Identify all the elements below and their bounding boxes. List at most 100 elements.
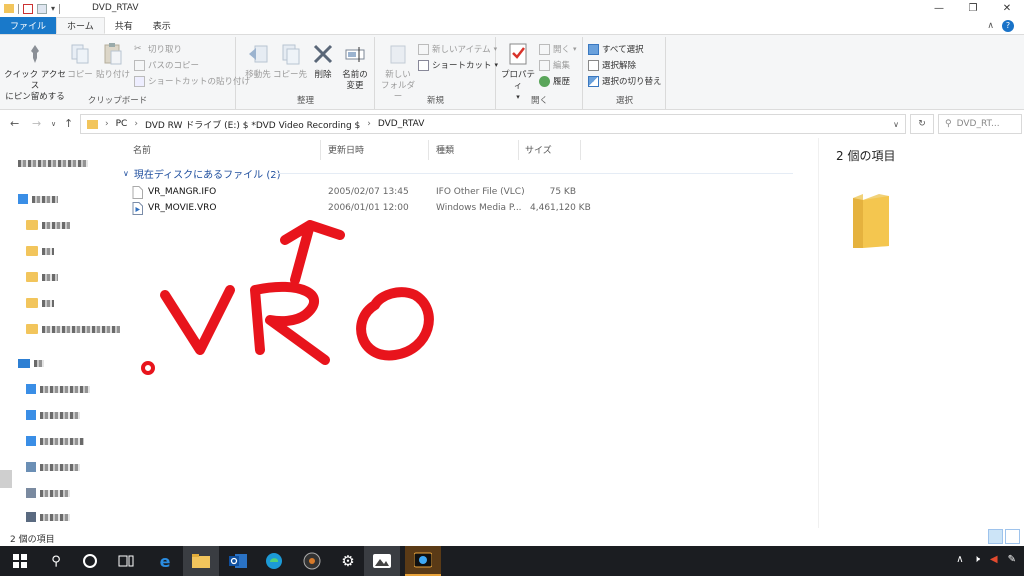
select-all-button[interactable]: すべて選択 [588, 43, 644, 55]
file-group-header[interactable]: ∨ 現在ディスクにあるファイル (2) [123, 166, 793, 181]
pen-icon[interactable]: ✎ [1008, 554, 1016, 565]
new-folder-quick-icon[interactable] [37, 3, 47, 14]
settings-icon[interactable]: ⚙ [338, 551, 358, 571]
new-item-button[interactable]: 新しいアイテム ▾ [418, 43, 497, 55]
recent-locations-chevron-icon[interactable]: ∨ [51, 120, 56, 128]
outlook-icon[interactable] [228, 551, 248, 571]
details-view-button[interactable] [988, 529, 1003, 544]
music-icon [26, 512, 36, 522]
nav-item-folder[interactable] [26, 218, 70, 232]
qat-dropdown-icon[interactable]: ▾ [51, 4, 55, 13]
folder-icon [26, 220, 38, 230]
search-icon: ⚲ [945, 119, 952, 129]
forward-arrow-icon[interactable]: → [32, 117, 41, 130]
nav-item-videos[interactable] [26, 486, 70, 500]
speaker-alert-icon[interactable]: ◀ [990, 554, 998, 565]
nav-item-pictures[interactable] [26, 460, 80, 474]
address-dropdown-icon[interactable]: ∨ [893, 120, 899, 129]
paste-shortcut-button[interactable]: ショートカットの貼り付け [134, 75, 250, 87]
folder-icon [87, 119, 98, 129]
copy-path-button[interactable]: パスのコピー [134, 59, 199, 71]
delete-button[interactable]: 削除 [309, 41, 337, 81]
move-to-button[interactable]: 移動先 [241, 41, 275, 81]
copy-to-icon [277, 41, 303, 67]
volume-muted-icon[interactable]: 🕨 [974, 554, 980, 565]
show-hidden-icons-chevron-icon[interactable]: ∧ [956, 554, 963, 565]
nav-item-folder[interactable] [26, 322, 122, 336]
nav-scrollbar-thumb[interactable] [0, 470, 12, 488]
invert-selection-icon [588, 75, 599, 87]
nav-item-folder[interactable] [26, 296, 54, 310]
redacted-label [42, 221, 70, 229]
column-divider[interactable] [580, 140, 581, 160]
column-header-size[interactable]: サイズ [525, 143, 552, 156]
file-name: VR_MANGR.IFO [148, 187, 217, 197]
copy-to-button[interactable]: コピー先 [273, 41, 307, 81]
photos-icon[interactable] [364, 546, 400, 576]
column-divider[interactable] [518, 140, 519, 160]
tab-view[interactable]: 表示 [143, 17, 181, 34]
media-player-icon[interactable] [302, 551, 322, 571]
select-none-button[interactable]: 選択解除 [588, 59, 636, 71]
column-header-date[interactable]: 更新日時 [328, 143, 364, 156]
tab-file[interactable]: ファイル [0, 17, 57, 34]
help-icon[interactable]: ? [1002, 19, 1014, 32]
column-divider[interactable] [428, 140, 429, 160]
properties-quick-icon[interactable] [23, 3, 33, 14]
nav-item-3d-objects[interactable] [26, 382, 90, 396]
nav-item-this-pc[interactable] [18, 356, 44, 370]
refresh-button[interactable]: ↻ [910, 114, 934, 134]
search-icon[interactable]: ⚲ [46, 551, 66, 571]
nav-item-documents[interactable] [26, 434, 84, 448]
back-arrow-icon[interactable]: ← [10, 117, 19, 130]
edit-icon [539, 59, 550, 71]
column-divider[interactable] [320, 140, 321, 160]
nav-item-quick-access[interactable] [18, 156, 88, 170]
breadcrumb-current-folder[interactable]: DVD_RTAV [378, 119, 425, 129]
app-icon[interactable] [405, 546, 441, 576]
column-header-name[interactable]: 名前 [133, 143, 151, 156]
windows-start-icon[interactable] [10, 551, 30, 571]
close-button[interactable]: ✕ [990, 0, 1024, 17]
group-divider [273, 173, 793, 174]
address-bar[interactable]: › PC › DVD RW ドライブ (E:) $ *DVD Video Rec… [80, 114, 906, 134]
history-button[interactable]: 履歴 [539, 75, 570, 87]
edge-icon[interactable] [264, 551, 284, 571]
copy-button[interactable]: コピー [66, 41, 94, 81]
cut-button[interactable]: ✂ 切り取り [134, 43, 182, 56]
column-header-type[interactable]: 種類 [436, 143, 454, 156]
invert-selection-button[interactable]: 選択の切り替え [588, 75, 662, 87]
properties-icon [505, 41, 531, 67]
open-button[interactable]: 開く ▾ [539, 43, 577, 55]
nav-item-folder[interactable] [26, 270, 58, 284]
cortana-icon[interactable] [80, 551, 100, 571]
redacted-label [32, 195, 58, 203]
maximize-button[interactable]: ❐ [956, 0, 990, 17]
tab-share[interactable]: 共有 [105, 17, 143, 34]
paste-button[interactable]: 貼り付け [96, 41, 130, 81]
minimize-button[interactable]: — [922, 0, 956, 17]
rename-button[interactable]: 名前の 変更 [337, 41, 373, 92]
tab-home[interactable]: ホーム [56, 17, 105, 34]
redacted-label [42, 325, 122, 333]
3d-objects-icon [26, 384, 36, 394]
up-arrow-icon[interactable]: ↑ [64, 117, 73, 130]
edit-button[interactable]: 編集 [539, 59, 570, 71]
file-explorer-icon[interactable] [183, 546, 219, 576]
nav-item-downloads[interactable] [26, 408, 80, 422]
computer-icon [18, 358, 30, 368]
nav-item-onedrive[interactable] [18, 192, 58, 206]
breadcrumb-pc[interactable]: PC [116, 119, 128, 129]
task-view-icon[interactable] [116, 551, 136, 571]
file-row[interactable]: VR_MANGR.IFO 2005/02/07 13:45 IFO Other … [130, 185, 590, 200]
collapse-ribbon-icon[interactable]: ∧ [987, 21, 994, 31]
new-group-label: 新規 [426, 96, 444, 106]
edge-legacy-icon[interactable]: e [155, 551, 175, 571]
shortcut-button[interactable]: ショートカット ▾ [418, 59, 498, 71]
search-input[interactable]: ⚲ DVD_RT... [938, 114, 1022, 134]
nav-item-music[interactable] [26, 510, 70, 524]
organize-group-label: 整理 [296, 96, 314, 106]
breadcrumb-dvd-drive[interactable]: DVD RW ドライブ (E:) $ *DVD Video Recording … [145, 118, 360, 131]
nav-item-folder[interactable] [26, 244, 54, 258]
large-icons-view-button[interactable] [1005, 529, 1020, 544]
